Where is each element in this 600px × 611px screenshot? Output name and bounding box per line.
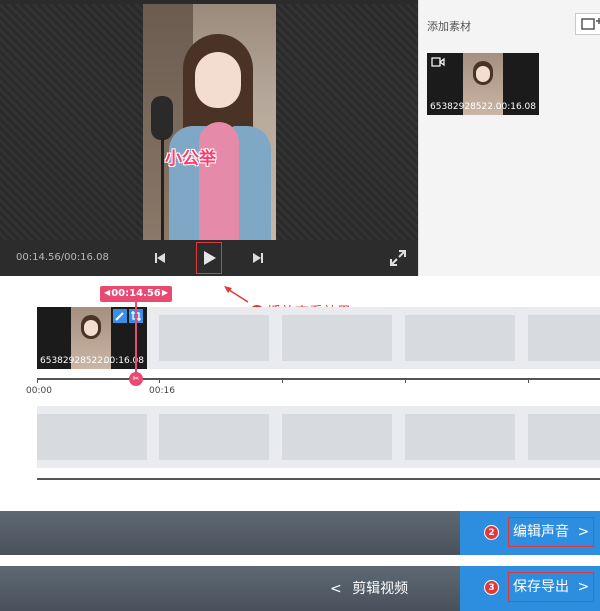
- skip-back-button[interactable]: [150, 248, 170, 268]
- step-badge: 3: [484, 580, 499, 595]
- player-controls: 00:14.56/00:16.08: [0, 240, 418, 276]
- video-caption: 小公举: [165, 149, 216, 169]
- save-export-button[interactable]: 3 保存导出 >: [460, 566, 600, 611]
- video-preview: 小公举 00:14.56/00:16.08: [0, 0, 418, 276]
- skip-back-icon: [155, 253, 165, 263]
- export-action-bar: < 剪辑视频 3 保存导出 >: [0, 566, 600, 611]
- skip-forward-button[interactable]: [248, 248, 268, 268]
- tick-label: 00:00: [26, 386, 52, 396]
- timeline-ruler[interactable]: [37, 378, 600, 383]
- add-video-icon: [581, 18, 600, 30]
- chevron-right-icon: ▶: [161, 288, 168, 297]
- back-to-edit-button[interactable]: < 剪辑视频: [330, 578, 408, 598]
- time-readout: 00:14.56/00:16.08: [16, 252, 109, 263]
- material-item[interactable]: 65382928522... 00:16.08: [427, 53, 539, 115]
- fullscreen-button[interactable]: [388, 248, 408, 268]
- chevron-left-icon: <: [330, 581, 342, 597]
- timeline-clip[interactable]: 65382928522... 00:16.08: [37, 307, 147, 369]
- edit-audio-button[interactable]: 2 编辑声音 >: [460, 511, 600, 555]
- video-camera-icon: [431, 57, 445, 67]
- skip-forward-icon: [253, 253, 263, 263]
- play-icon: [204, 251, 216, 265]
- tick-label: 00:16: [149, 386, 175, 396]
- playhead-line[interactable]: [135, 302, 137, 378]
- clip-filename: 65382928522...: [40, 356, 112, 366]
- chevron-right-icon: >: [577, 579, 590, 595]
- edit-audio-highlight[interactable]: 编辑声音 >: [508, 517, 594, 547]
- material-panel-title: 添加素材: [427, 20, 471, 33]
- material-duration: 00:16.08: [495, 102, 536, 112]
- add-material-button[interactable]: [575, 13, 600, 35]
- fullscreen-icon: [390, 250, 406, 266]
- save-export-highlight[interactable]: 保存导出 >: [508, 572, 594, 602]
- material-panel: 添加素材 65382928522... 00:16.08: [418, 0, 600, 276]
- annotation-arrow-icon: [224, 286, 249, 303]
- clip-edit-button[interactable]: [113, 309, 127, 323]
- playhead-time-badge[interactable]: ◀ 00:14.56 ▶: [100, 286, 172, 302]
- pencil-icon: [115, 312, 124, 321]
- material-filename: 65382928522...: [430, 102, 502, 112]
- clip-duration: 00:16.08: [103, 356, 144, 366]
- play-button[interactable]: [196, 242, 222, 274]
- audio-action-bar: 2 编辑声音 >: [0, 511, 600, 555]
- audio-track[interactable]: [37, 406, 600, 468]
- scissors-icon[interactable]: ✂: [129, 372, 143, 386]
- step-badge: 2: [484, 525, 499, 540]
- chevron-right-icon: >: [577, 524, 590, 540]
- video-frame[interactable]: 小公举: [143, 4, 276, 240]
- audio-ruler: [37, 478, 600, 480]
